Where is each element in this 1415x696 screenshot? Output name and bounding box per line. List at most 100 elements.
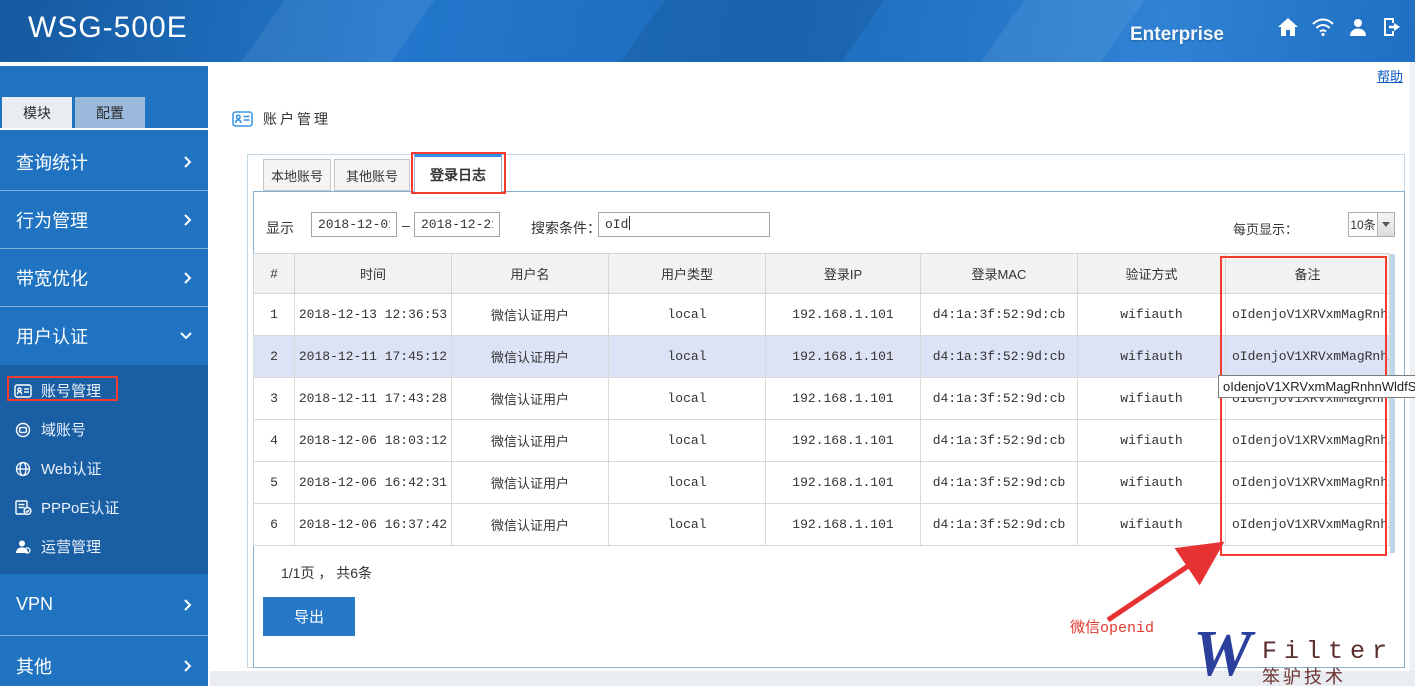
cell-auth-method: wifiauth <box>1077 419 1226 462</box>
cell-remark: oIdenjoV1XRVxmMagRnh… <box>1225 419 1390 462</box>
search-input[interactable]: oId <box>598 212 770 237</box>
page-title-text: 账户管理 <box>263 111 331 127</box>
sidebar-item-query-stats[interactable]: 查询统计 <box>0 133 208 191</box>
domain-icon <box>14 422 32 438</box>
sidebar-item-other[interactable]: 其他 <box>0 636 208 696</box>
cell-username: 微信认证用户 <box>451 293 609 336</box>
table-header-row: # 时间 用户名 用户类型 登录IP 登录MAC 验证方式 备注 <box>253 253 1390 294</box>
table-row[interactable]: 1 2018-12-13 12:36:53 微信认证用户 local 192.1… <box>253 293 1390 336</box>
chevron-right-icon <box>184 271 192 284</box>
user-icon[interactable] <box>1346 15 1370 39</box>
table-row[interactable]: 2 2018-12-11 17:45:12 微信认证用户 local 192.1… <box>253 335 1390 378</box>
search-input-value: oId <box>605 217 629 232</box>
cell-time: 2018-12-13 12:36:53 <box>294 293 452 336</box>
table-scrollbar[interactable] <box>1390 254 1395 553</box>
login-table-body: 1 2018-12-13 12:36:53 微信认证用户 local 192.1… <box>253 293 1390 546</box>
sidebar-item-web-auth[interactable]: Web认证 <box>0 449 208 488</box>
cell-time: 2018-12-11 17:43:28 <box>294 377 452 420</box>
sidebar-item-bandwidth[interactable]: 带宽优化 <box>0 249 208 307</box>
help-link[interactable]: 帮助 <box>1377 66 1403 85</box>
openid-tooltip: oIdenjoV1XRVxmMagRnhnWldfS <box>1218 375 1415 398</box>
cell-login-ip: 192.168.1.101 <box>765 335 921 378</box>
product-title: WSG-500E <box>28 11 188 44</box>
date-to-input[interactable] <box>414 212 500 237</box>
cell-auth-method: wifiauth <box>1077 377 1226 420</box>
cell-login-mac: d4:1a:3f:52:9d:cb <box>920 377 1078 420</box>
id-card-icon <box>14 383 32 399</box>
cell-remark: oIdenjoV1XRVxmMagRnh… <box>1225 293 1390 336</box>
sidebar-item-account-mgmt[interactable]: 账号管理 <box>0 371 208 410</box>
table-row[interactable]: 4 2018-12-06 18:03:12 微信认证用户 local 192.1… <box>253 419 1390 462</box>
menu-label: 查询统计 <box>16 152 88 173</box>
submenu-label: 运营管理 <box>41 539 102 556</box>
logout-icon[interactable] <box>1381 15 1405 39</box>
sidebar-item-operation-mgmt[interactable]: 运营管理 <box>0 527 208 566</box>
chevron-right-icon <box>184 598 192 611</box>
export-button-label: 导出 <box>293 609 324 626</box>
account-panel: 本地账号 其他账号 登录日志 显示 – 搜索条件： oId 每页显示： 10条 … <box>247 152 1405 668</box>
cell-auth-method: wifiauth <box>1077 503 1226 546</box>
submenu-label: PPPoE认证 <box>41 500 120 517</box>
cell-index: 4 <box>253 419 295 462</box>
cell-login-mac: d4:1a:3f:52:9d:cb <box>920 503 1078 546</box>
sidebar-tab-modules[interactable]: 模块 <box>2 97 72 128</box>
cell-login-ip: 192.168.1.101 <box>765 503 921 546</box>
right-edge-strip <box>1410 62 1415 686</box>
cell-remark: oIdenjoV1XRVxmMagRnh… <box>1225 461 1390 504</box>
document-check-icon <box>14 500 32 516</box>
cell-auth-method: wifiauth <box>1077 335 1226 378</box>
col-header-auth-method: 验证方式 <box>1077 253 1226 294</box>
sidebar-tab-label: 配置 <box>96 104 124 121</box>
cell-usertype: local <box>608 335 766 378</box>
export-button[interactable]: 导出 <box>263 597 355 636</box>
submenu-label: Web认证 <box>41 461 102 478</box>
cell-username: 微信认证用户 <box>451 461 609 504</box>
col-header-remark: 备注 <box>1225 253 1390 294</box>
chevron-right-icon <box>184 659 192 672</box>
cell-usertype: local <box>608 377 766 420</box>
watermark-brand-name: Filter <box>1262 637 1395 666</box>
tab-login-log[interactable]: 登录日志 <box>414 153 502 192</box>
cell-usertype: local <box>608 293 766 336</box>
menu-label: 行为管理 <box>16 210 88 231</box>
page-size-select[interactable]: 10条 <box>1348 212 1395 237</box>
date-range-label: 显示 <box>266 220 294 236</box>
pagination-text: 1/1页 ， 共6条 <box>281 565 373 581</box>
sidebar-item-vpn[interactable]: VPN <box>0 574 208 636</box>
home-icon[interactable] <box>1276 15 1300 39</box>
globe-icon <box>14 461 32 477</box>
sidebar-item-user-auth[interactable]: 用户认证 <box>0 307 208 365</box>
sidebar: 模块 配置 查询统计 行为管理 带宽优化 用户认证 账号管理 域账号 Web认证… <box>0 62 208 696</box>
sidebar-item-domain-account[interactable]: 域账号 <box>0 410 208 449</box>
operator-icon <box>14 539 32 555</box>
text-caret <box>629 216 631 230</box>
cell-index: 3 <box>253 377 295 420</box>
table-row[interactable]: 6 2018-12-06 16:37:42 微信认证用户 local 192.1… <box>253 503 1390 546</box>
cell-login-mac: d4:1a:3f:52:9d:cb <box>920 335 1078 378</box>
sidebar-item-behavior-mgmt[interactable]: 行为管理 <box>0 191 208 249</box>
cell-usertype: local <box>608 461 766 504</box>
tab-other-accounts[interactable]: 其他账号 <box>334 159 410 191</box>
sidebar-item-pppoe-auth[interactable]: PPPoE认证 <box>0 488 208 527</box>
cell-index: 1 <box>253 293 295 336</box>
tab-local-accounts[interactable]: 本地账号 <box>263 159 331 191</box>
menu-label: 带宽优化 <box>16 268 88 289</box>
cell-login-ip: 192.168.1.101 <box>765 377 921 420</box>
edition-label: Enterprise <box>1130 24 1224 45</box>
sidebar-tab-config[interactable]: 配置 <box>75 97 145 128</box>
date-from-input[interactable] <box>311 212 397 237</box>
watermark-company-name: 笨驴技术 <box>1262 667 1346 687</box>
cell-login-mac: d4:1a:3f:52:9d:cb <box>920 461 1078 504</box>
top-banner: WSG-500E Enterprise <box>0 0 1415 62</box>
annotation-wechat-openid: 微信openid <box>1070 620 1155 637</box>
table-row[interactable]: 5 2018-12-06 16:42:31 微信认证用户 local 192.1… <box>253 461 1390 504</box>
page-size-label: 每页显示： <box>1233 222 1299 237</box>
col-header-usertype: 用户类型 <box>608 253 766 294</box>
submenu-label: 账号管理 <box>41 383 102 400</box>
cell-login-mac: d4:1a:3f:52:9d:cb <box>920 419 1078 462</box>
chevron-right-icon <box>184 155 192 168</box>
wifi-icon[interactable] <box>1311 15 1335 39</box>
cell-login-mac: d4:1a:3f:52:9d:cb <box>920 293 1078 336</box>
menu-label: 用户认证 <box>16 327 88 347</box>
submenu-label: 域账号 <box>41 422 87 439</box>
